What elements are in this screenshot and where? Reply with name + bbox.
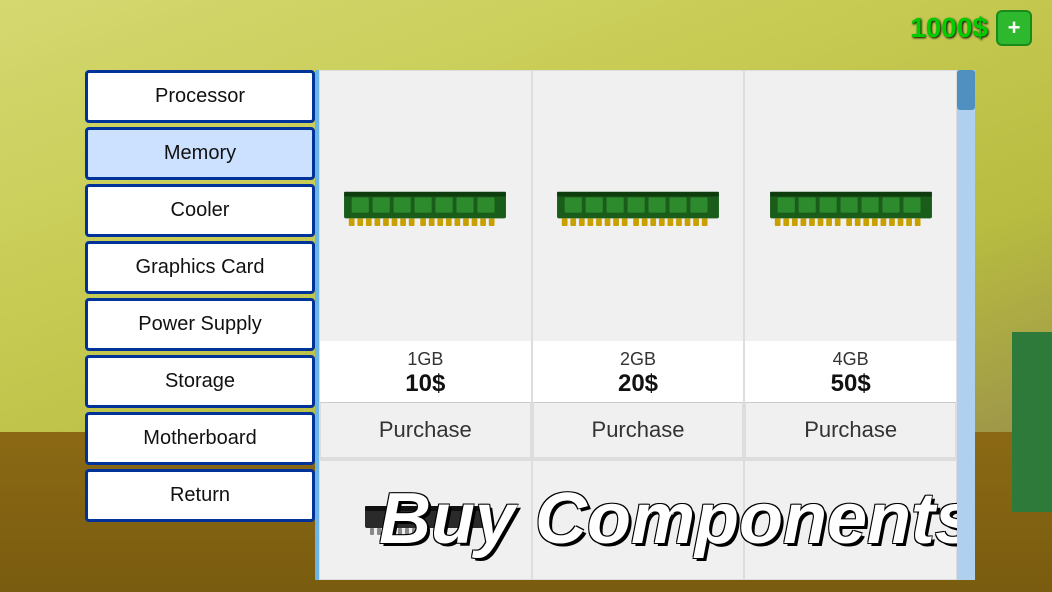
sidebar-item-processor[interactable]: Processor [85,70,315,123]
ram-image-1gb [340,186,510,226]
main-panel: Processor Memory Cooler Graphics Card Po… [85,70,975,580]
sidebar-item-memory[interactable]: Memory [85,127,315,180]
product-info-4gb: 4GB 50$ [745,341,956,402]
product-card-4gb: 4GB 50$ Purchase [744,70,957,459]
products-row2 [319,459,957,580]
scrollbar-thumb[interactable] [957,70,975,110]
product-card-partial-3 [744,460,957,580]
content-area: 1GB 10$ Purchase [315,70,957,580]
sidebar-item-return[interactable]: Return [85,469,315,522]
product-size-1gb: 1GB [320,349,531,370]
product-image-4gb [745,71,956,341]
product-price-1gb: 10$ [320,370,531,398]
product-info-1gb: 1GB 10$ [320,341,531,402]
purchase-button-4gb[interactable]: Purchase [745,402,956,458]
product-info-2gb: 2GB 20$ [533,341,744,402]
product-size-2gb: 2GB [533,349,744,370]
currency-display: 1000$ [910,12,988,44]
product-size-4gb: 4GB [745,349,956,370]
product-card-partial-2 [532,460,745,580]
ram-image-2gb [553,186,723,226]
sidebar-item-graphics-card[interactable]: Graphics Card [85,241,315,294]
product-image-2gb [533,71,744,341]
product-card-2gb: 2GB 20$ Purchase [532,70,745,459]
product-image-1gb [320,71,531,341]
add-currency-button[interactable]: + [996,10,1032,46]
hud-top: 1000$ + [910,10,1032,46]
green-box-decoration [1012,332,1052,512]
product-card-1gb: 1GB 10$ Purchase [319,70,532,459]
content-wrapper: 1GB 10$ Purchase [315,70,975,580]
ram-image-4gb [766,186,936,226]
sidebar-item-power-supply[interactable]: Power Supply [85,298,315,351]
sidebar-item-cooler[interactable]: Cooler [85,184,315,237]
product-card-partial-1 [319,460,532,580]
scrollbar[interactable] [957,70,975,580]
purchase-button-2gb[interactable]: Purchase [533,402,744,458]
partial-ram-image [365,505,485,535]
sidebar-item-motherboard[interactable]: Motherboard [85,412,315,465]
sidebar-item-storage[interactable]: Storage [85,355,315,408]
product-price-4gb: 50$ [745,370,956,398]
product-price-2gb: 20$ [533,370,744,398]
products-grid: 1GB 10$ Purchase [319,70,957,459]
purchase-button-1gb[interactable]: Purchase [320,402,531,458]
sidebar: Processor Memory Cooler Graphics Card Po… [85,70,315,580]
